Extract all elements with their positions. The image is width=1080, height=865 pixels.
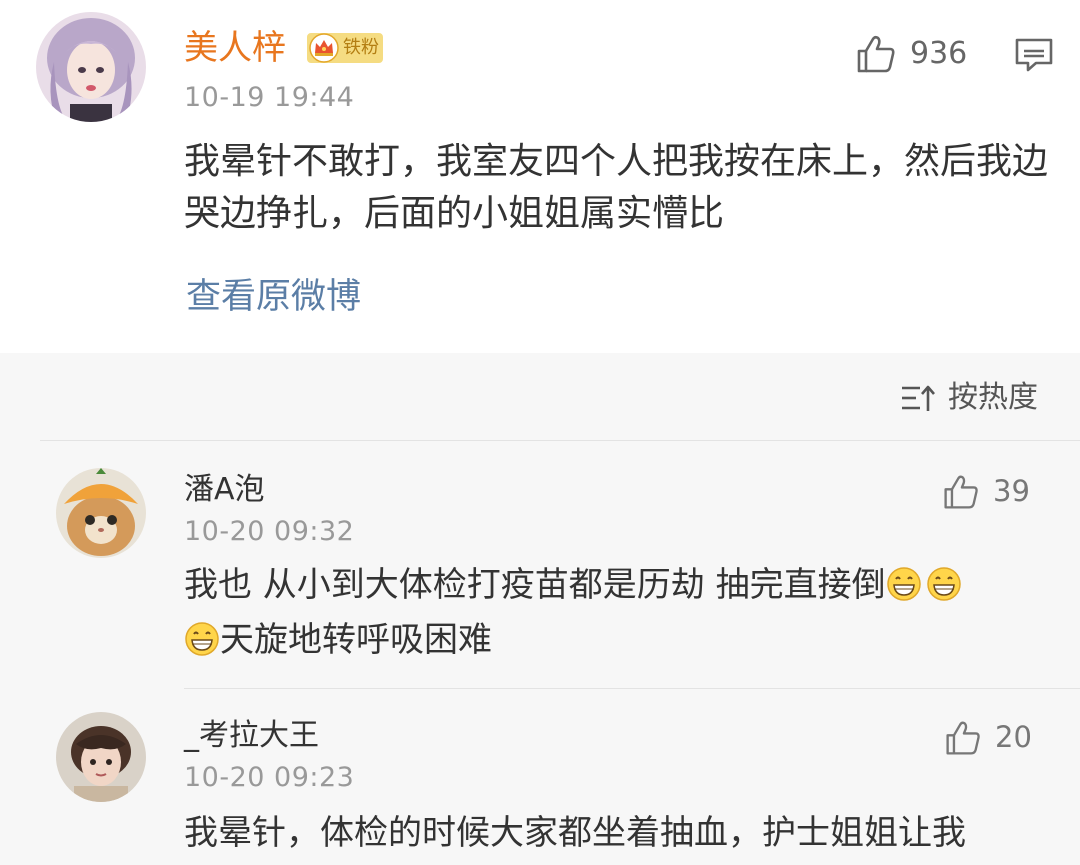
- comment-item: 潘A泡 10-20 09:32 39 我也 从小到大体检打疫苗都是历劫 抽完直接…: [0, 440, 1080, 688]
- commenter-name[interactable]: _考拉大王: [184, 716, 319, 756]
- comment-text: 我也 从小到大体检打疫苗都是历劫 抽完直接倒: [184, 565, 886, 605]
- grin-emoji: [926, 567, 961, 601]
- comment-like-count: 39: [993, 474, 1030, 508]
- like-icon[interactable]: [944, 719, 982, 757]
- post-author-avatar[interactable]: [36, 12, 146, 122]
- grin-emoji: [185, 622, 219, 656]
- sort-label: 按热度: [948, 380, 1038, 415]
- sort-icon: [902, 385, 935, 411]
- post-like-count: 936: [910, 36, 968, 71]
- like-icon[interactable]: [942, 473, 980, 511]
- comment-time: 10-20 09:23: [184, 762, 355, 793]
- commenter-name[interactable]: 潘A泡: [184, 470, 265, 510]
- comment-text: 天旋地转呼吸困难: [220, 620, 492, 660]
- commenter-avatar[interactable]: [56, 712, 146, 802]
- fan-badge: 铁粉: [307, 33, 383, 63]
- post-author-name[interactable]: 美人梓: [184, 26, 286, 70]
- comment-body: 我也 从小到大体检打疫苗都是历劫 抽完直接倒 天旋地转呼吸困难: [184, 558, 1044, 668]
- comment-item: _考拉大王 10-20 09:23 20 我晕针，体检的时候大家都坐着抽血，护士…: [0, 688, 1080, 865]
- like-icon[interactable]: [855, 33, 897, 75]
- commenter-avatar[interactable]: [56, 468, 146, 558]
- view-original-link[interactable]: 查看原微博: [186, 274, 361, 320]
- post-time: 10-19 19:44: [184, 82, 355, 113]
- comment-like-count: 20: [995, 720, 1032, 754]
- grin-emoji: [886, 567, 921, 601]
- comment-time: 10-20 09:32: [184, 516, 355, 547]
- crown-icon: [309, 33, 339, 63]
- comment-body: 我晕针，体检的时候大家都坐着抽血，护士姐姐让我: [184, 813, 966, 853]
- fan-badge-label: 铁粉: [343, 37, 379, 58]
- main-post: 美人梓 铁粉 10-19 19:44 936 我晕针不敢打，我室友四个人把我按在…: [0, 0, 1080, 353]
- comment-icon[interactable]: [1014, 37, 1054, 73]
- post-body: 我晕针不敢打，我室友四个人把我按在床上，然后我边哭边挣扎，后面的小姐姐属实懵比: [184, 141, 1049, 234]
